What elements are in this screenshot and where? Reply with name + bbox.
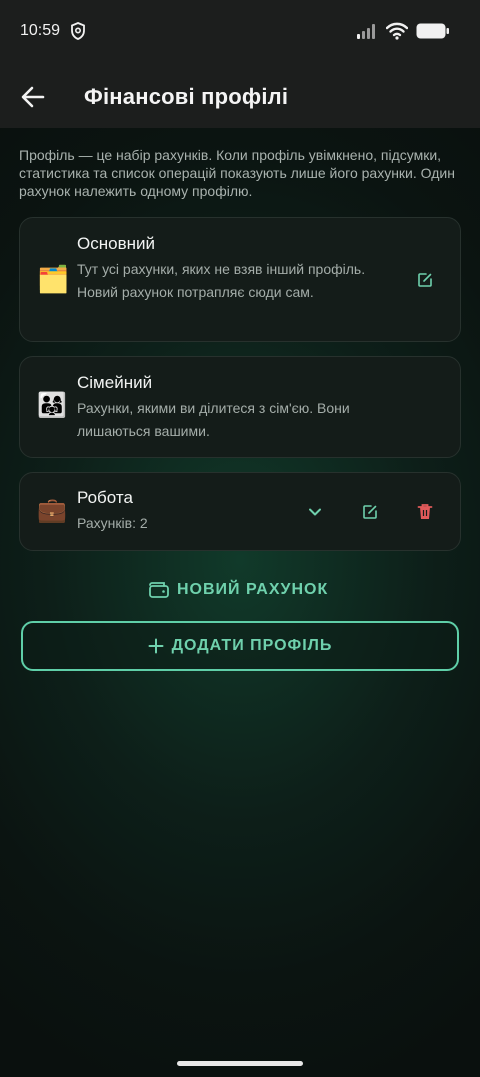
app-bar: Фінансові профілі (0, 64, 480, 128)
shield-icon (71, 22, 85, 40)
family-icon: 👨‍👩‍👧 (37, 392, 67, 419)
edit-icon (418, 273, 432, 287)
intro-text: Профіль — це набір рахунків. Коли профіл… (19, 147, 455, 199)
signal-icon (357, 24, 375, 39)
new-account-button[interactable]: НОВИЙ РАХУНОК (148, 576, 328, 604)
profile-card-work[interactable]: 💼 Робота Рахунків: 2 (19, 472, 461, 551)
profile-description: Тут усі рахунки, яких не взяв інший проф… (77, 261, 366, 300)
status-indicators (356, 22, 450, 40)
wifi-icon (386, 22, 408, 40)
battery-icon (416, 23, 449, 39)
briefcase-icon: 💼 (37, 497, 67, 524)
profile-card-main[interactable]: 🗂️ Основний Тут усі рахунки, яких не взя… (19, 217, 461, 342)
profile-name: Основний (77, 234, 155, 253)
profile-description: Рахунки, якими ви ділитеся з сім'єю. Вон… (77, 400, 350, 439)
add-profile-button[interactable]: ДОДАТИ ПРОФІЛЬ (21, 621, 459, 671)
new-account-label: НОВИЙ РАХУНОК (177, 581, 329, 598)
profile-name: Сімейний (77, 373, 153, 392)
profile-account-count: Рахунків: 2 (77, 515, 148, 531)
wallet-icon (149, 582, 169, 598)
profile-card-family[interactable]: 👨‍👩‍👧 Сімейний Рахунки, якими ви ділитес… (19, 356, 461, 458)
add-profile-label: ДОДАТИ ПРОФІЛЬ (171, 637, 333, 654)
home-indicator[interactable] (177, 1061, 303, 1066)
arrow-back-icon (21, 86, 45, 108)
expand-button[interactable] (301, 498, 329, 526)
status-bar: 10:59 (0, 0, 480, 64)
profile-name: Робота (77, 488, 133, 507)
status-time: 10:59 (20, 22, 61, 39)
delete-button[interactable] (411, 498, 439, 526)
chevron-down-icon (309, 508, 321, 516)
edit-icon (363, 505, 377, 519)
folder-icon: 🗂️ (37, 264, 70, 294)
plus-icon (148, 638, 164, 654)
trash-icon (417, 504, 433, 519)
page-title: Фінансові профілі (84, 84, 289, 109)
back-button[interactable] (18, 82, 48, 112)
edit-button[interactable] (356, 498, 384, 526)
edit-button[interactable] (411, 266, 439, 294)
